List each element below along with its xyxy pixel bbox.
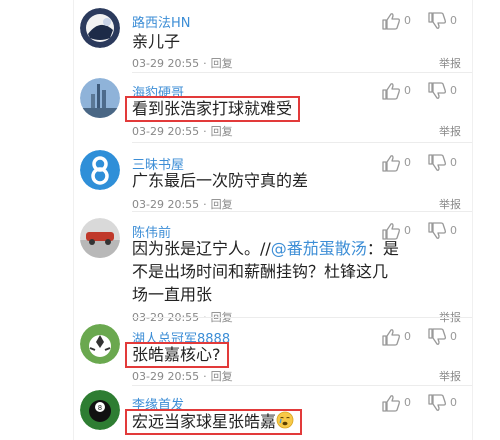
like-count: 0 [404,84,411,97]
comment-item: 陈伟前 0 0 因为张是辽宁人。//@番茄蛋散汤：是 不是出场时间和薪酬挂钩？杜… [80,218,467,324]
meta-separator: · [203,57,207,70]
comment-text-highlight: 张皓嘉核心? [125,342,229,368]
dislike-button[interactable]: 0 [427,154,467,172]
highlighted-text: 宏远当家球星张皓嘉 [132,412,277,431]
thumbs-up-icon [382,83,400,100]
comment-text-line-3: 场一直用张 [132,285,213,304]
reply-button[interactable]: 回复 [211,57,233,70]
avatar[interactable] [80,78,120,118]
svg-text:8: 8 [98,405,102,412]
like-button[interactable]: 0 [381,328,421,346]
thumbs-down-icon [428,12,446,29]
dislike-button[interactable]: 0 [427,12,467,30]
dislike-count: 0 [450,14,457,27]
username[interactable]: 路西法HN [132,12,191,31]
comment-meta: 03-29 20:55· 回复 [132,196,233,212]
thumbs-up-icon [382,155,400,172]
dislike-button[interactable]: 0 [427,394,467,412]
comment-item: 路西法HN 0 0 亲儿子 03-29 20:55 · 回复 举报 [80,8,465,70]
thumbs-down-icon [428,222,446,239]
meta-separator: · [203,370,207,383]
divider [132,385,472,386]
comment-text-highlight: 宏远当家球星张皓嘉 [125,409,303,435]
dislike-count: 0 [450,84,457,97]
like-button[interactable]: 0 [381,82,421,100]
divider [132,142,472,143]
report-button[interactable]: 举报 [439,55,461,71]
like-button[interactable]: 0 [381,394,421,412]
dislike-count: 0 [450,224,457,237]
reply-button[interactable]: 回复 [211,125,233,138]
avatar[interactable] [80,218,120,258]
highlighted-text-box: 宏远当家球星张皓嘉 [125,409,303,435]
report-button[interactable]: 举报 [439,368,461,384]
comment-time: 03-29 20:55 [132,57,200,70]
comment-text: 亲儿子 [132,32,181,51]
dislike-count: 0 [450,330,457,343]
dislike-button[interactable]: 0 [427,82,467,100]
vote-buttons: 0 0 [381,328,465,346]
like-count: 0 [404,224,411,237]
highlighted-text: 张皓嘉核心? [125,342,229,368]
like-count: 0 [404,330,411,343]
thumbs-down-icon [428,394,446,411]
comment-item: 海豹硬哥 0 0 看到张浩家打球就难受 03-29 20:55 · 回复 举报 [80,78,465,142]
thumbs-up-icon [382,13,400,30]
avatar[interactable] [80,324,120,364]
comment-meta: 03-29 20:55· 回复 [132,123,233,139]
like-count: 0 [404,14,411,27]
comment-time: 03-29 20:55 [132,370,200,383]
divider [132,72,472,73]
vote-buttons: 0 0 [381,12,465,30]
comment-text-rest: ：是 [366,239,399,258]
thumbs-up-icon [382,395,400,412]
comment-text-line-2: 不是出场时间和薪酬挂钩？杜锋这几 [132,262,389,281]
comment-text: 广东最后一次防守真的差 [132,171,309,190]
right-border [472,0,473,440]
avatar[interactable]: 8 [80,390,120,430]
comment-item: 8 李缘首发 0 0 宏远当家球星张皓嘉 [80,390,465,440]
reply-button[interactable]: 回复 [211,370,233,383]
mention-link[interactable]: @番茄蛋散汤 [271,239,367,258]
dislike-count: 0 [450,156,457,169]
comment-meta: 03-29 20:55· 回复 [132,368,233,384]
comment-text-line-1: 因为张是辽宁人。//@番茄蛋散汤：是 [132,237,399,260]
avatar[interactable] [80,150,120,190]
like-count: 0 [404,156,411,169]
like-count: 0 [404,396,411,409]
left-border [73,0,74,440]
report-button[interactable]: 举报 [439,196,461,212]
reply-button[interactable]: 回复 [211,198,233,211]
comment-time: 03-29 20:55 [132,198,200,211]
comment-meta: 03-29 20:55· 回复 [132,55,233,71]
divider [132,211,472,212]
meta-separator: · [203,125,207,138]
report-button[interactable]: 举报 [439,123,461,139]
thumbs-up-icon [382,329,400,346]
thumbs-down-icon [428,154,446,171]
comment-text-prefix: 因为张是辽宁人。// [132,239,271,258]
comments-page: 路西法HN 0 0 亲儿子 03-29 20:55 · 回复 举报 海豹硬哥 0… [0,0,500,440]
like-button[interactable]: 0 [381,154,421,172]
vote-buttons: 0 0 [381,82,465,100]
vote-buttons: 0 0 [381,394,465,412]
dislike-button[interactable]: 0 [427,328,467,346]
divider [132,317,472,318]
thumbs-down-icon [428,82,446,99]
highlighted-text: 看到张浩家打球就难受 [125,96,301,122]
comment-text-highlight: 看到张浩家打球就难受 [125,96,301,122]
comment-item: 三昧书屋 0 0 广东最后一次防守真的差 03-29 20:55 · 回复 举报 [80,150,465,212]
dislike-button[interactable]: 0 [427,222,467,240]
thumbs-down-icon [428,328,446,345]
avatar[interactable] [80,8,120,48]
comment-item: 湖人总冠军8888 0 0 张皓嘉核心? 03-29 20:55 · 回复 举报 [80,324,465,386]
meta-separator: · [203,198,207,211]
vote-buttons: 0 0 [381,154,465,172]
dislike-count: 0 [450,396,457,409]
comment-time: 03-29 20:55 [132,125,200,138]
crying-emoji-icon [276,411,294,429]
like-button[interactable]: 0 [381,12,421,30]
